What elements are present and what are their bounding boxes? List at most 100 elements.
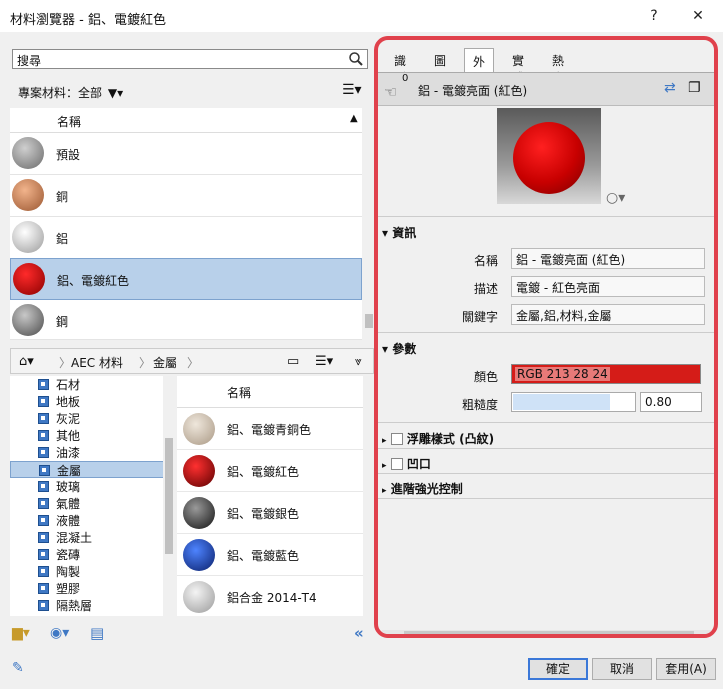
- roughness-input[interactable]: 0.80: [640, 392, 702, 412]
- sort-asc-icon: ▲: [350, 113, 358, 124]
- list-item[interactable]: 鋁: [10, 217, 362, 259]
- material-thumbnail: [12, 221, 44, 253]
- edit-icon[interactable]: ✎: [12, 660, 24, 676]
- apply-button[interactable]: 套用(A): [656, 658, 716, 680]
- funnel-icon: ▼▾: [107, 86, 124, 100]
- params-section-header[interactable]: ▾ 參數: [382, 340, 416, 357]
- library-item[interactable]: 鋁、電鍍紅色: [177, 450, 363, 492]
- list-item[interactable]: 鋼: [10, 300, 362, 340]
- search-value: 搜尋: [17, 54, 42, 68]
- duplicate-asset-icon[interactable]: ❐: [688, 80, 701, 96]
- library-tree: 石材 地板 灰泥 其他 油漆 金屬 玻璃 氣體 液體 混凝土 瓷磚 陶製 塑膠 …: [10, 376, 174, 616]
- folder-icon[interactable]: ▆▾: [12, 625, 30, 641]
- chevron-right-icon: 〉: [59, 356, 72, 370]
- material-thumbnail: [12, 304, 44, 336]
- tab-identity[interactable]: 識別: [386, 48, 414, 85]
- name-field[interactable]: 鋁 - 電鍍亮面 (紅色): [511, 248, 705, 269]
- material-preview: [497, 108, 601, 204]
- keywords-field[interactable]: 金屬,鋁,材料,金屬: [511, 304, 705, 325]
- tab-physical[interactable]: 實體: [504, 48, 532, 85]
- list-item-label: 鋁: [56, 232, 69, 246]
- library-item-label: 鋁、電鍍紅色: [227, 465, 300, 479]
- tab-graphics[interactable]: 圖形: [426, 48, 454, 85]
- column-name: 名稱: [57, 115, 82, 129]
- tree-scrollbar[interactable]: [163, 376, 175, 616]
- collapse-left-icon[interactable]: «: [354, 624, 364, 642]
- panel-toggle-icon[interactable]: ▭: [287, 354, 299, 369]
- preview-sphere: [513, 122, 585, 194]
- roughness-fill: [513, 394, 610, 410]
- library-item[interactable]: 鋁、電鍍銀色: [177, 492, 363, 534]
- breadcrumb: ⌂▾ 〉 AEC 材料 〉 金屬 〉 ▭ ☰▾ ⩔: [10, 348, 374, 374]
- name-label: 名稱: [473, 254, 498, 268]
- info-section-header[interactable]: ▾ 資訊: [382, 224, 416, 241]
- library-grid: 名稱 鋁、電鍍青銅色 鋁、電鍍紅色 鋁、電鍍銀色 鋁、電鍍藍色 鋁合金 2014…: [177, 376, 363, 616]
- advanced-section[interactable]: ▸ 進階強光控制: [382, 480, 463, 497]
- hand-icon: ☜: [384, 83, 398, 101]
- tab-appearance[interactable]: 外觀: [464, 48, 495, 86]
- cancel-button[interactable]: 取消: [592, 658, 652, 680]
- material-thumbnail: [183, 455, 215, 487]
- view-options-icon[interactable]: ☰▾: [315, 354, 333, 369]
- library-toolbar: ▆▾ ◉▾ ▤ «: [10, 622, 374, 646]
- create-material-icon[interactable]: ◉▾: [50, 625, 69, 641]
- chevron-right-icon: 〉: [187, 356, 200, 370]
- view-options-icon[interactable]: ☰▾: [342, 82, 362, 98]
- list-item-selected[interactable]: 鋁、電鍍紅色: [10, 258, 362, 300]
- library-item[interactable]: 鋁合金 2014-T4: [177, 576, 363, 616]
- ok-button[interactable]: 確定: [528, 658, 588, 680]
- roughness-slider[interactable]: [511, 392, 636, 412]
- project-list-header[interactable]: 名稱 ▲: [10, 108, 362, 133]
- help-button[interactable]: ?: [636, 4, 672, 28]
- list-item[interactable]: 預設: [10, 133, 362, 175]
- chevron-right-icon: 〉: [139, 356, 152, 370]
- color-value: RGB 213 28 24: [515, 367, 610, 381]
- filter-label: 專案材料：全部: [18, 86, 103, 100]
- cutout-label: 凹口: [406, 457, 431, 471]
- library-item-label: 鋁、電鍍青銅色: [227, 423, 312, 437]
- asset-browser-icon[interactable]: ▤: [90, 624, 104, 642]
- replace-asset-icon[interactable]: ⇄: [664, 80, 676, 96]
- material-thumbnail: [12, 179, 44, 211]
- description-label: 描述: [473, 282, 498, 296]
- advanced-label: 進階強光控制: [390, 482, 463, 496]
- usage-count: 0: [402, 73, 409, 84]
- material-editor-panel: 識別 圖形 外觀 實體 熱度 ☜ 0 鋁 - 電鍍亮面 (紅色) ⇄ ❐ ○▾ …: [374, 36, 718, 638]
- cutout-section[interactable]: ▸ 凹口: [382, 455, 431, 472]
- roughness-label: 粗糙度: [461, 398, 498, 412]
- cutout-checkbox[interactable]: [390, 458, 403, 470]
- library-grid-header[interactable]: 名稱: [177, 376, 363, 408]
- asset-name: 鋁 - 電鍍亮面 (紅色): [418, 84, 528, 98]
- library-item[interactable]: 鋁、電鍍藍色: [177, 534, 363, 576]
- keywords-label: 關鍵字: [461, 310, 498, 324]
- tree-item-selected[interactable]: 金屬: [10, 461, 173, 478]
- list-item[interactable]: 銅: [10, 175, 362, 217]
- tab-thermal[interactable]: 熱度: [544, 48, 572, 85]
- collapse-icon[interactable]: ⩔: [355, 354, 362, 369]
- breadcrumb-root[interactable]: AEC 材料: [71, 354, 123, 371]
- relief-section[interactable]: ▸ 浮雕樣式 (凸紋): [382, 430, 494, 447]
- home-icon[interactable]: ⌂▾: [19, 354, 34, 369]
- library-item-label: 鋁、電鍍銀色: [227, 507, 300, 521]
- search-icon[interactable]: [348, 51, 364, 70]
- project-filter[interactable]: 專案材料：全部 ▼▾: [18, 84, 123, 101]
- close-button[interactable]: ✕: [680, 4, 716, 28]
- library-item[interactable]: 鋁、電鍍青銅色: [177, 408, 363, 450]
- horizontal-scrollbar[interactable]: [382, 630, 712, 634]
- window-title: 材料瀏覽器 - 鋁、電鍍紅色: [10, 13, 166, 28]
- color-label: 顏色: [473, 370, 498, 384]
- list-item-label: 鋁、電鍍紅色: [57, 274, 130, 288]
- description-field[interactable]: 電鍍 - 紅色亮面: [511, 276, 705, 297]
- material-thumbnail: [183, 581, 215, 613]
- breadcrumb-current[interactable]: 金屬: [153, 354, 177, 371]
- preview-options-icon[interactable]: ○▾: [606, 190, 625, 206]
- asset-header: ☜ 0 鋁 - 電鍍亮面 (紅色) ⇄ ❐: [378, 72, 714, 106]
- relief-checkbox[interactable]: [390, 433, 403, 445]
- material-thumbnail: [13, 263, 45, 295]
- material-thumbnail: [183, 497, 215, 529]
- material-thumbnail: [183, 539, 215, 571]
- material-thumbnail: [183, 413, 215, 445]
- search-input[interactable]: 搜尋: [12, 49, 368, 69]
- color-swatch[interactable]: RGB 213 28 24: [511, 364, 701, 384]
- list-item-label: 銅: [56, 190, 69, 204]
